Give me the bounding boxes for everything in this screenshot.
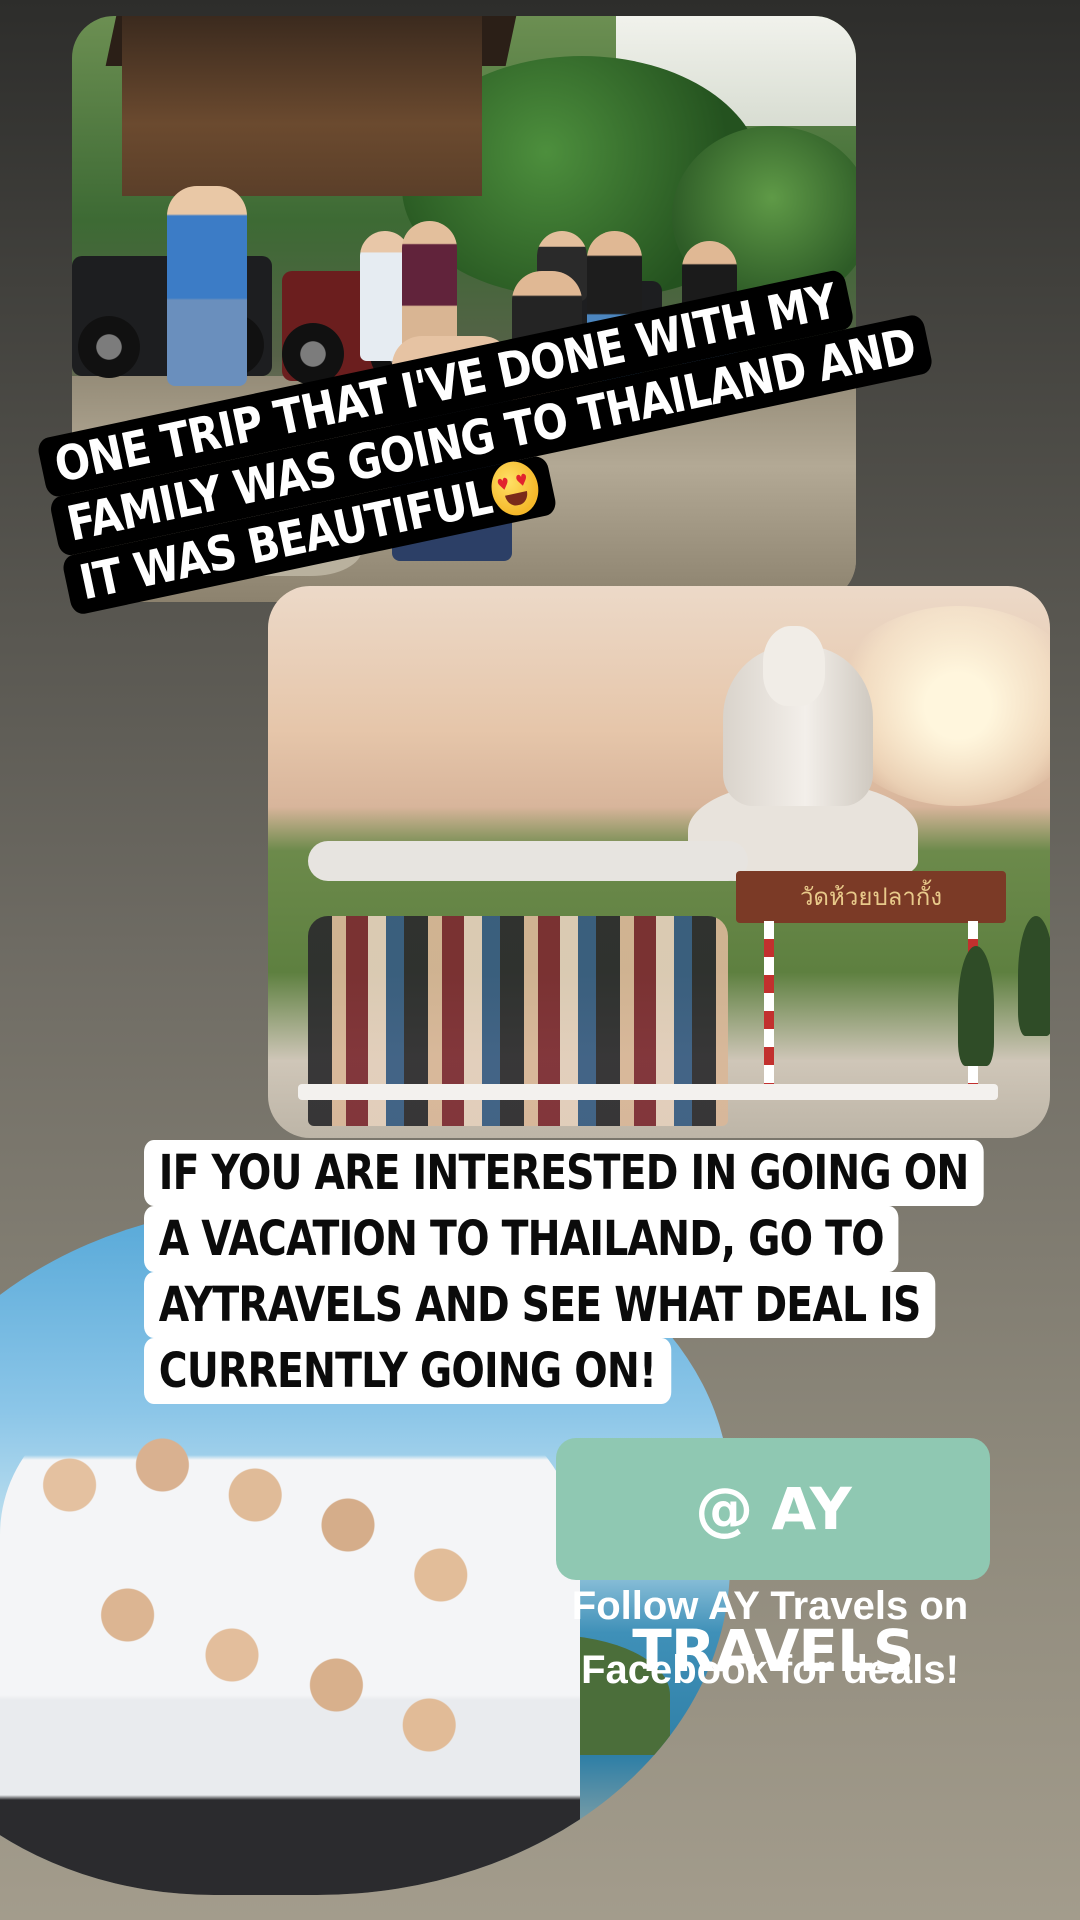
temple-sign: วัดห้วยปลากั้ง: [736, 871, 1006, 923]
white-bench: [298, 1084, 998, 1100]
story-canvas: วัดห้วยปลากั้ง ONE TRIP THAT I'VE DONE W…: [0, 0, 1080, 1920]
follow-text-line: Facebook for deals!: [581, 1648, 959, 1692]
caption-bottom-line: A VACATION TO THAILAND, GO TO: [144, 1206, 899, 1272]
follow-text-line: Follow AY Travels on: [571, 1584, 969, 1628]
caption-bottom-line: AYTRAVELS AND SEE WHAT DEAL IS: [144, 1272, 936, 1338]
statue-head: [763, 626, 825, 706]
family-group: [0, 1395, 580, 1895]
heart-eyes-emoji-icon: ♥ ♥: [486, 457, 543, 520]
atv-wheel: [78, 316, 140, 378]
wooden-house: [122, 16, 482, 196]
dragon-wall: [308, 841, 748, 881]
mention-sticker-button[interactable]: @ AY TRAVELS: [556, 1438, 990, 1685]
person: [167, 186, 247, 386]
caption-bottom: IF YOU ARE INTERESTED IN GOING ON A VACA…: [144, 1140, 1080, 1404]
sign-pole: [764, 921, 774, 1091]
caption-bottom-line: IF YOU ARE INTERESTED IN GOING ON: [144, 1140, 984, 1206]
follow-text: Follow AY Travels on Facebook for deals!: [520, 1574, 1020, 1702]
photo-temple: วัดห้วยปลากั้ง: [268, 586, 1050, 1138]
cypress-tree: [1018, 916, 1050, 1036]
cypress-tree: [958, 946, 994, 1066]
caption-bottom-line: CURRENTLY GOING ON!: [144, 1338, 671, 1404]
